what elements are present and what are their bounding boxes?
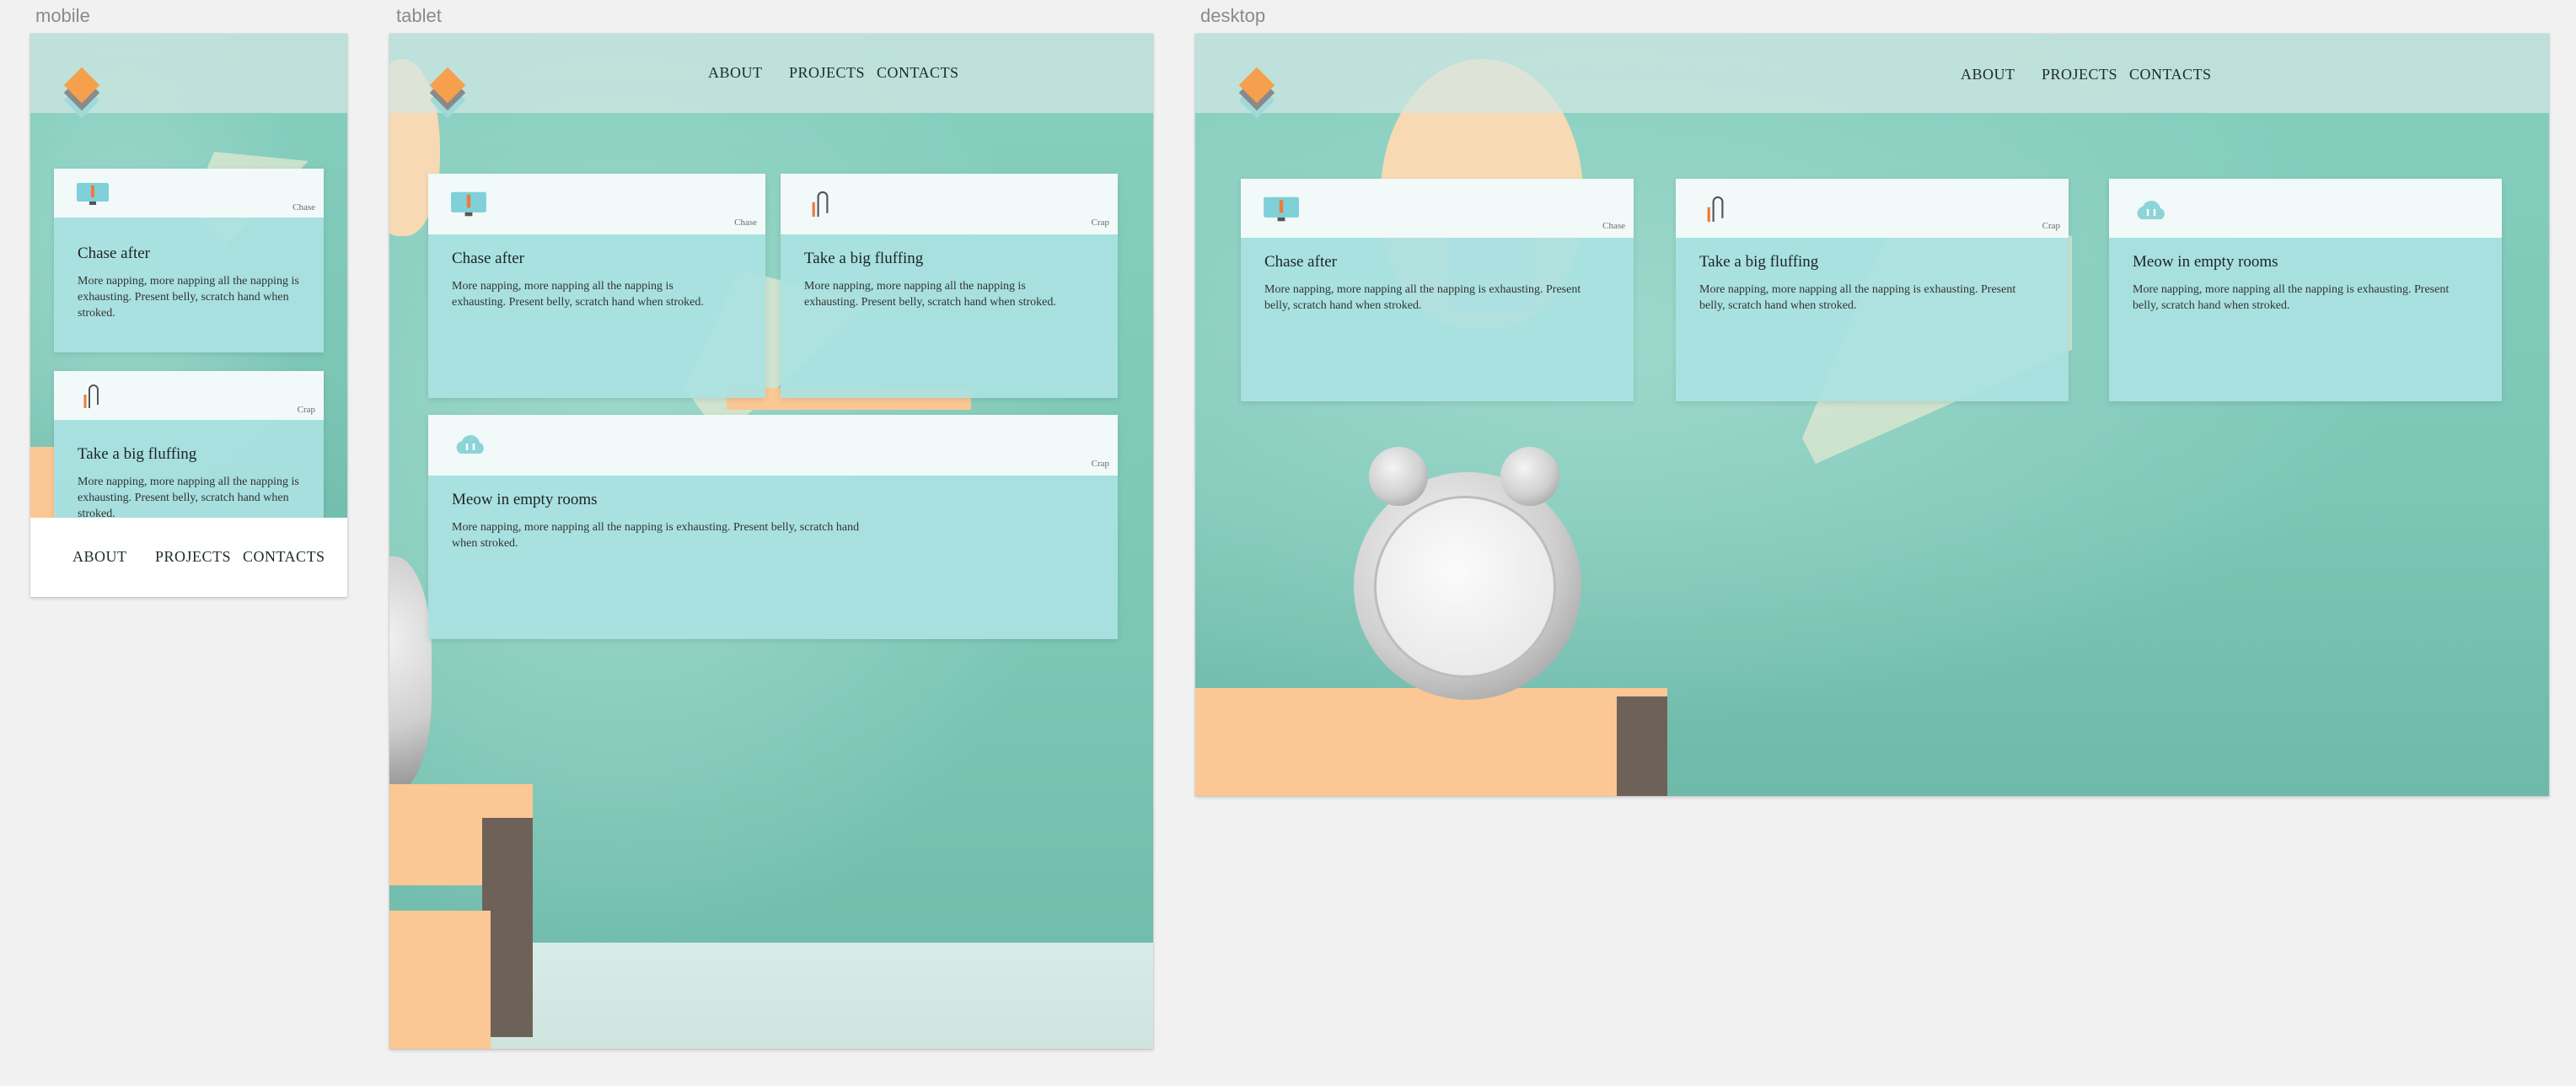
card-tag: Chase xyxy=(292,202,315,212)
card-chase-after[interactable]: Chase Chase after More napping, more nap… xyxy=(428,174,765,398)
desktop-frame: ABOUT PROJECTS CONTACTS Chase Chase afte… xyxy=(1195,34,2549,796)
cloud-icon xyxy=(2137,201,2165,219)
card-take-a-big-fluffing[interactable]: Crap Take a big fluffing More napping, m… xyxy=(54,371,324,540)
card-header: Crap xyxy=(428,415,1118,476)
card-meow-in-empty-rooms[interactable]: Meow in empty rooms More napping, more n… xyxy=(2109,179,2502,401)
nav-contacts[interactable]: CONTACTS xyxy=(243,548,325,566)
card-text: More napping, more napping all the nappi… xyxy=(2133,283,2450,312)
frame-label-tablet: tablet xyxy=(396,5,442,26)
topbar xyxy=(1195,34,2549,113)
monitor-icon xyxy=(77,183,109,205)
clock-bell-decoration xyxy=(1500,447,1559,506)
card-header: Chase xyxy=(1241,179,1634,238)
clock-bell-decoration xyxy=(1369,447,1428,506)
card-tag: Chase xyxy=(734,218,757,228)
cloud-icon xyxy=(456,435,484,454)
card-chase-after[interactable]: Chase Chase after More napping, more nap… xyxy=(54,169,324,352)
card-title: Take a big fluffing xyxy=(1699,253,1819,271)
card-tag: Crap xyxy=(1091,218,1109,228)
card-tag: Chase xyxy=(1602,221,1625,231)
frame-label-mobile: mobile xyxy=(35,5,90,26)
nav-about[interactable]: ABOUT xyxy=(708,64,789,82)
card-title: Chase after xyxy=(452,250,524,267)
top-nav: ABOUT PROJECTS CONTACTS xyxy=(708,64,959,82)
card-take-a-big-fluffing[interactable]: Crap Take a big fluffing More napping, m… xyxy=(781,174,1118,398)
paperclip-icon xyxy=(1707,196,1724,222)
book-decoration xyxy=(1195,688,1667,796)
tablet-frame: ABOUT PROJECTS CONTACTS Chase Chase afte… xyxy=(389,34,1153,1049)
card-title: Chase after xyxy=(78,245,150,262)
book-spine-decoration xyxy=(1617,696,1667,796)
paperclip-icon xyxy=(812,191,829,217)
mobile-footer-nav: ABOUT PROJECTS CONTACTS xyxy=(30,518,347,597)
card-text: More napping, more napping all the nappi… xyxy=(452,280,704,309)
book-decoration xyxy=(389,911,491,1049)
card-meow-in-empty-rooms[interactable]: Crap Meow in empty rooms More napping, m… xyxy=(428,415,1118,639)
card-title: Take a big fluffing xyxy=(78,445,197,463)
card-header: Crap xyxy=(1676,179,2069,238)
card-title: Meow in empty rooms xyxy=(2133,253,2278,271)
nav-projects[interactable]: PROJECTS xyxy=(155,548,243,566)
nav-about[interactable]: ABOUT xyxy=(72,548,155,566)
card-text: More napping, more napping all the nappi… xyxy=(452,521,860,550)
nav-projects[interactable]: PROJECTS xyxy=(789,64,877,82)
card-title: Meow in empty rooms xyxy=(452,491,598,508)
footer-nav: ABOUT PROJECTS CONTACTS xyxy=(72,548,325,566)
card-header: Chase xyxy=(428,174,765,234)
card-text: More napping, more napping all the nappi… xyxy=(78,476,299,520)
card-tag: Crap xyxy=(1091,459,1109,469)
card-tag: Crap xyxy=(297,405,315,415)
card-tag: Crap xyxy=(2042,221,2060,231)
monitor-icon xyxy=(1264,196,1299,222)
nav-contacts[interactable]: CONTACTS xyxy=(877,64,959,82)
card-title: Chase after xyxy=(1264,253,1337,271)
nav-contacts[interactable]: CONTACTS xyxy=(2129,66,2212,83)
card-header: Crap xyxy=(54,371,324,420)
card-title: Take a big fluffing xyxy=(804,250,924,267)
top-nav: ABOUT PROJECTS CONTACTS xyxy=(1961,66,2212,83)
card-header: Crap xyxy=(781,174,1118,234)
paperclip-icon xyxy=(83,384,99,408)
card-header xyxy=(2109,179,2502,238)
card-chase-after[interactable]: Chase Chase after More napping, more nap… xyxy=(1241,179,1634,401)
card-text: More napping, more napping all the nappi… xyxy=(1699,283,2016,312)
monitor-icon xyxy=(451,191,486,217)
card-text: More napping, more napping all the nappi… xyxy=(804,280,1056,309)
frame-label-desktop: desktop xyxy=(1200,5,1266,26)
card-take-a-big-fluffing[interactable]: Crap Take a big fluffing More napping, m… xyxy=(1676,179,2069,401)
card-text: More napping, more napping all the nappi… xyxy=(1264,283,1581,312)
card-header: Chase xyxy=(54,169,324,218)
nav-projects[interactable]: PROJECTS xyxy=(2042,66,2129,83)
card-text: More napping, more napping all the nappi… xyxy=(78,275,299,320)
nav-about[interactable]: ABOUT xyxy=(1961,66,2042,83)
clock-face-decoration xyxy=(1374,496,1556,678)
mobile-frame: Chase Chase after More napping, more nap… xyxy=(30,34,347,597)
